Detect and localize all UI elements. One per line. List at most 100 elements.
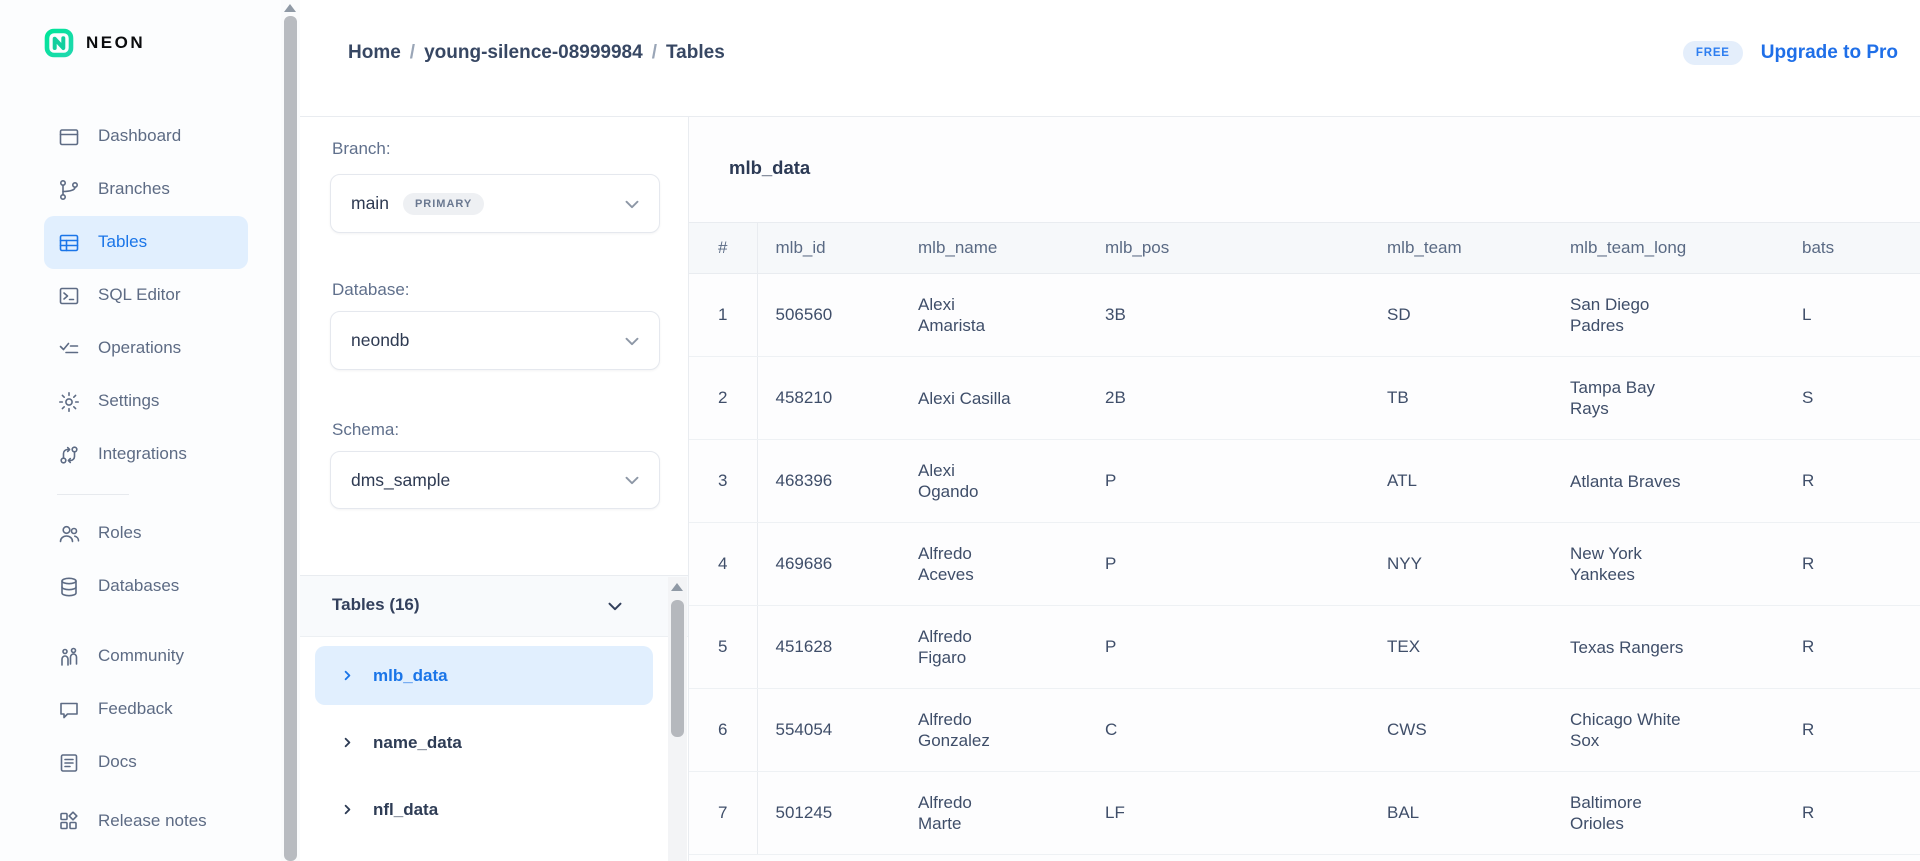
breadcrumb-item[interactable]: young-silence-08999984 — [424, 42, 643, 63]
table-row: 4 469686 Alfredo Aceves P NYY New York Y… — [689, 523, 1920, 606]
brand-logo[interactable]: NEON — [44, 28, 145, 58]
main-content: Home / young-silence-08999984 / Tables FREE … — [300, 0, 1920, 861]
sidebar-item-settings[interactable]: Settings — [44, 375, 248, 428]
branch-panel: Branch: main PRIMARY Database: neondb Sc… — [300, 117, 689, 861]
tables-list: mlb_data name_data nfl_data — [300, 637, 668, 861]
breadcrumb-separator: / — [652, 42, 657, 63]
cell-mlb_pos: C — [1087, 689, 1369, 772]
sidebar-item-docs[interactable]: Docs — [44, 736, 248, 789]
settings-icon — [57, 390, 81, 414]
cell-mlb_team_long: San Diego Padres — [1552, 274, 1784, 357]
cell-num: 5 — [689, 606, 757, 689]
breadcrumb-item[interactable]: Tables — [666, 42, 725, 63]
cell-bats: S — [1784, 357, 1920, 440]
top-bar: Home / young-silence-08999984 / Tables FREE … — [300, 0, 1920, 117]
database-value: neondb — [351, 330, 409, 351]
chevron-down-icon — [621, 469, 643, 491]
table-row: 6 554054 Alfredo Gonzalez C CWS Chicago … — [689, 689, 1920, 772]
chevron-down-icon — [621, 193, 643, 215]
breadcrumb-separator: / — [410, 42, 415, 63]
column-header-num: # — [689, 223, 757, 274]
branch-select[interactable]: main PRIMARY — [330, 174, 660, 233]
cell-mlb_id: 451628 — [757, 606, 900, 689]
column-header-mlb_id: mlb_id — [757, 223, 900, 274]
database-label: Database: — [332, 280, 410, 300]
chevron-right-icon — [340, 802, 355, 817]
cell-mlb_id: 554054 — [757, 689, 900, 772]
table-row: 3 468396 Alexi Ogando P ATL Atlanta Brav… — [689, 440, 1920, 523]
sidebar-item-tables[interactable]: Tables — [44, 216, 248, 269]
sidebar-item-community[interactable]: Community — [44, 630, 248, 683]
column-header-mlb_team: mlb_team — [1369, 223, 1552, 274]
schema-select[interactable]: dms_sample — [330, 451, 660, 509]
brand-name: NEON — [86, 33, 145, 53]
sidebar-item-operations[interactable]: Operations — [44, 322, 248, 375]
sidebar-item-feedback[interactable]: Feedback — [44, 683, 248, 736]
schema-label: Schema: — [332, 420, 399, 440]
cell-mlb_id: 458210 — [757, 357, 900, 440]
cell-bats: R — [1784, 440, 1920, 523]
cell-mlb_pos: 3B — [1087, 274, 1369, 357]
tables-list-item-nfl_data[interactable]: nfl_data — [315, 780, 653, 839]
sidebar-item-dashboard[interactable]: Dashboard — [44, 110, 248, 163]
sidebar-item-sql-editor[interactable]: SQL Editor — [44, 269, 248, 322]
breadcrumb-item[interactable]: Home — [348, 42, 401, 63]
cell-mlb_team: NYY — [1369, 523, 1552, 606]
tables-list-scrollbar-thumb[interactable] — [671, 600, 684, 737]
cell-num: 6 — [689, 689, 757, 772]
sidebar-nav: Dashboard Branches Tables SQL Editor Ope… — [0, 110, 281, 853]
table-area: mlb_data #mlb_idmlb_namemlb_posmlb_teamm… — [689, 117, 1920, 861]
cell-mlb_name: Alexi Casilla — [900, 357, 1087, 440]
sidebar-item-branches[interactable]: Branches — [44, 163, 248, 216]
database-select[interactable]: neondb — [330, 311, 660, 370]
sidebar-item-release-notes[interactable]: Release notes — [44, 789, 248, 853]
cell-num: 7 — [689, 772, 757, 855]
cell-mlb_team: BAL — [1369, 772, 1552, 855]
cell-mlb_pos: P — [1087, 523, 1369, 606]
cell-mlb_team_long: New York Yankees — [1552, 523, 1784, 606]
integrations-icon — [57, 443, 81, 467]
plan-area: FREE Upgrade to Pro — [1683, 41, 1898, 65]
cell-mlb_pos: LF — [1087, 772, 1369, 855]
column-header-bats: bats — [1784, 223, 1920, 274]
docs-icon — [57, 751, 81, 775]
tables-section-header[interactable]: Tables (16) — [300, 575, 688, 637]
sidebar-item-databases[interactable]: Databases — [44, 560, 248, 613]
chevron-down-icon — [604, 595, 626, 617]
cell-mlb_name: Alfredo Marte — [900, 772, 1087, 855]
scroll-up-arrow-icon[interactable] — [284, 4, 296, 12]
table-header-row: #mlb_idmlb_namemlb_posmlb_teammlb_team_l… — [689, 223, 1920, 274]
sidebar-item-label: SQL Editor — [98, 285, 181, 305]
cell-bats: R — [1784, 772, 1920, 855]
sidebar-item-label: Branches — [98, 179, 170, 199]
sql-editor-icon — [57, 284, 81, 308]
chevron-right-icon — [340, 668, 355, 683]
cell-mlb_team: CWS — [1369, 689, 1552, 772]
sidebar-item-label: Release notes — [98, 811, 207, 831]
column-header-mlb_name: mlb_name — [900, 223, 1087, 274]
page-scrollbar-thumb[interactable] — [284, 16, 297, 861]
scroll-up-arrow-icon[interactable] — [671, 583, 683, 591]
sidebar: NEON Dashboard Branches Tables SQL Edito… — [0, 0, 281, 861]
sidebar-item-roles[interactable]: Roles — [44, 507, 248, 560]
cell-mlb_id: 468396 — [757, 440, 900, 523]
upgrade-to-pro-link[interactable]: Upgrade to Pro — [1761, 42, 1898, 64]
sidebar-item-label: Databases — [98, 576, 179, 596]
cell-mlb_team: TB — [1369, 357, 1552, 440]
table-name-label: name_data — [373, 733, 462, 753]
tables-icon — [57, 231, 81, 255]
tables-list-item-mlb_data[interactable]: mlb_data — [315, 646, 653, 705]
breadcrumb: Home / young-silence-08999984 / Tables — [348, 42, 725, 64]
page-scrollbar[interactable] — [281, 0, 300, 861]
sidebar-item-label: Community — [98, 646, 184, 666]
tables-list-scrollbar[interactable] — [668, 577, 687, 861]
cell-mlb_team_long: Atlanta Braves — [1552, 440, 1784, 523]
branch-label: Branch: — [332, 139, 391, 159]
cell-bats: R — [1784, 523, 1920, 606]
schema-value: dms_sample — [351, 470, 450, 491]
sidebar-item-label: Tables — [98, 232, 147, 252]
feedback-icon — [57, 698, 81, 722]
tables-list-item-name_data[interactable]: name_data — [315, 713, 653, 772]
sidebar-item-integrations[interactable]: Integrations — [44, 428, 248, 481]
chevron-right-icon — [340, 735, 355, 750]
